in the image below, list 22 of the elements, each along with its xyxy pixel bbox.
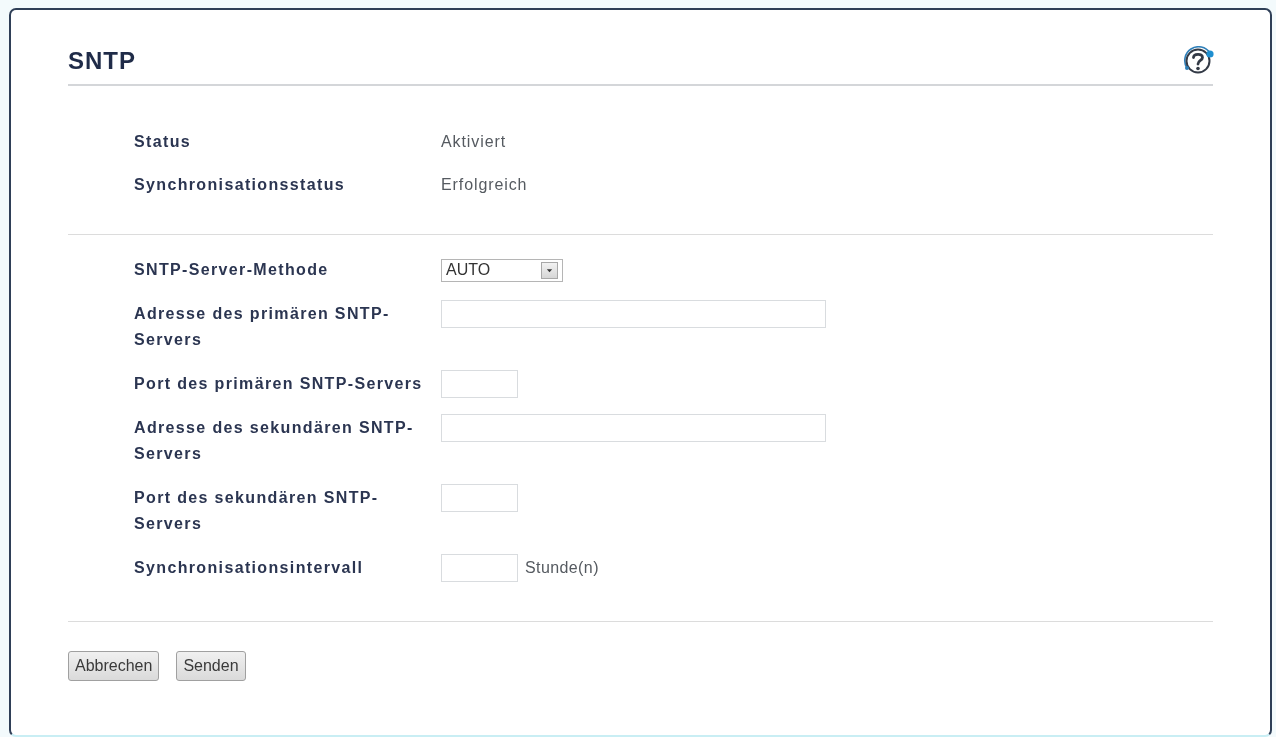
field-label: Adresse des primären SNTP-Servers — [134, 304, 391, 350]
submit-button[interactable]: Senden — [176, 651, 246, 681]
status-value: Erfolgreich — [441, 175, 528, 195]
port-field[interactable] — [441, 370, 518, 398]
status-value: Aktiviert — [441, 132, 506, 152]
port-field[interactable] — [441, 484, 518, 512]
cancel-button[interactable]: Abbrechen — [68, 651, 160, 681]
field-label: Port des sekundären SNTP-Servers — [134, 488, 380, 534]
address-field[interactable] — [441, 300, 826, 328]
field-label: SNTP-Server-Methode — [134, 260, 330, 280]
page-title: SNTP — [68, 46, 136, 76]
address-field[interactable] — [441, 414, 826, 442]
caret-icon[interactable] — [541, 261, 558, 279]
field-label: Adresse des sekundären SNTP-Servers — [134, 418, 415, 464]
status-label: Status — [134, 132, 192, 152]
method-select[interactable]: AUTO — [441, 258, 563, 282]
unit-label: Stunde(n) — [525, 559, 599, 577]
status-label: Synchronisationsstatus — [134, 175, 347, 195]
field-label: Port des primären SNTP-Servers — [134, 374, 424, 394]
field-label: Synchronisationsintervall — [134, 558, 365, 578]
interval-field[interactable] — [441, 554, 518, 582]
help-icon[interactable] — [1183, 46, 1215, 76]
